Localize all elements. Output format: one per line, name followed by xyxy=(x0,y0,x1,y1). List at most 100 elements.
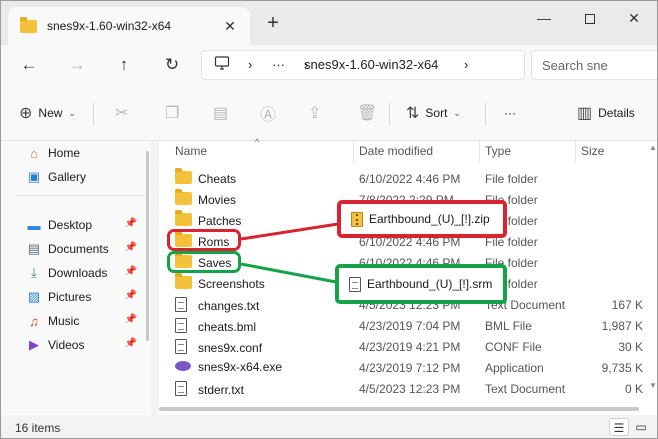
sidebar-item-desktop[interactable]: ▬ Desktop 📌 xyxy=(25,215,141,235)
pin-icon[interactable]: 📌 xyxy=(125,242,137,253)
divider xyxy=(17,195,145,196)
pin-icon[interactable]: 📌 xyxy=(125,218,137,229)
monitor-icon xyxy=(214,55,230,74)
document-icon xyxy=(175,381,187,396)
breadcrumb-current-folder[interactable]: snes9x-1.60-win32-x64 xyxy=(304,57,438,72)
tab-snes9x[interactable]: snes9x-1.60-win32-x64 ✕ xyxy=(8,7,250,45)
file-type: Application xyxy=(485,361,544,375)
minimize-button[interactable]: — xyxy=(521,5,567,31)
breadcrumb-chevron[interactable]: › xyxy=(464,57,468,72)
pin-icon[interactable]: 📌 xyxy=(125,314,137,325)
document-icon xyxy=(349,276,361,292)
refresh-button[interactable]: ↻ xyxy=(160,54,184,76)
home-icon: ⌂ xyxy=(30,145,38,161)
close-window-button[interactable]: ✕ xyxy=(611,5,657,31)
file-row[interactable]: snes9x.conf 4/23/2019 4:21 PM CONF File 30 … xyxy=(159,336,657,357)
sidebar-item-home[interactable]: ⌂ Home xyxy=(25,143,141,163)
details-label: Details xyxy=(598,106,635,120)
column-separator[interactable] xyxy=(353,141,354,163)
chevron-down-icon: ⌄ xyxy=(68,107,76,118)
address-bar[interactable]: › ··· › snes9x-1.60-win32-x64 › xyxy=(201,50,525,80)
file-explorer-window: snes9x-1.60-win32-x64 ✕ + — ✕ ← → ↑ ↻ › … xyxy=(0,0,658,439)
scroll-up-icon[interactable]: ▲ xyxy=(649,143,657,152)
rom-file-callout: Earthbound_(U)_[!].zip xyxy=(338,201,506,237)
details-view-button[interactable]: ☰ xyxy=(609,418,629,436)
pin-icon[interactable]: 📌 xyxy=(125,266,137,277)
file-name-cell: snes9x.conf xyxy=(175,339,262,357)
tiles-view-button[interactable]: ▭ xyxy=(631,418,651,436)
folder-icon xyxy=(20,16,37,33)
pin-icon[interactable]: 📌 xyxy=(125,290,137,301)
file-name: Movies xyxy=(198,193,237,207)
file-row[interactable]: stderr.txt 4/5/2023 12:23 PM Text Document… xyxy=(159,378,657,399)
sidebar-item-videos[interactable]: ▶ Videos 📌 xyxy=(25,335,141,355)
share-icon: ⇪ xyxy=(308,105,322,122)
column-header-type[interactable]: Type xyxy=(485,141,511,163)
search-input[interactable]: Search sne xyxy=(531,50,657,80)
folder-icon xyxy=(175,189,192,205)
folder-icon xyxy=(175,168,192,184)
file-icon-wrap xyxy=(175,297,195,315)
pin-icon[interactable]: 📌 xyxy=(125,338,137,349)
file-type: BML File xyxy=(485,319,532,333)
navigation-pane: ⌂ Home ▣ Gallery ▬ Desktop 📌 ▤ Documents… xyxy=(1,141,151,415)
sort-button[interactable]: ⇅ Sort ⌄ xyxy=(406,102,461,124)
sidebar-item-music[interactable]: ♫ Music 📌 xyxy=(25,311,141,331)
maximize-button[interactable] xyxy=(567,5,613,31)
status-bar: 16 items ☰ ▭ xyxy=(1,415,657,438)
file-date: 6/10/2022 4:46 PM xyxy=(359,235,461,249)
file-row[interactable]: Cheats 6/10/2022 4:46 PM File folder xyxy=(159,168,657,189)
column-separator[interactable] xyxy=(479,141,480,163)
share-button[interactable]: ⇪ xyxy=(308,102,327,124)
documents-icon: ▤ xyxy=(27,241,41,256)
sidebar-item-documents[interactable]: ▤ Documents 📌 xyxy=(25,239,141,259)
breadcrumb-ellipsis[interactable]: ··· xyxy=(272,57,285,72)
close-tab-icon[interactable]: ✕ xyxy=(222,18,238,34)
downloads-icon: ⤓ xyxy=(31,265,37,280)
divider xyxy=(389,103,390,125)
up-button[interactable]: ↑ xyxy=(112,54,136,76)
file-row[interactable]: cheats.bml 4/23/2019 7:04 PM BML File 1,987… xyxy=(159,315,657,336)
back-button[interactable]: ← xyxy=(17,54,41,76)
folder-icon xyxy=(175,273,192,289)
file-type: File folder xyxy=(485,172,538,186)
file-name: stderr.txt xyxy=(198,383,245,397)
column-header-date[interactable]: Date modified xyxy=(359,141,433,163)
sidebar-item-label: Downloads xyxy=(48,266,108,280)
horizontal-scrollbar[interactable] xyxy=(159,407,639,411)
file-name: cheats.bml xyxy=(198,320,257,334)
file-row[interactable]: snes9x-x64.exe 4/23/2019 7:12 PM Applicati… xyxy=(159,357,657,378)
details-pane-icon: ▥ xyxy=(577,105,593,122)
vertical-scrollbar[interactable]: ▲ ▼ xyxy=(649,141,657,415)
sidebar-item-gallery[interactable]: ▣ Gallery xyxy=(25,167,141,187)
new-tab-button[interactable]: + xyxy=(263,13,283,33)
cut-button[interactable]: ✂ xyxy=(115,102,134,124)
command-bar: ⊕ New ⌄ ✂ ❐ ▤ Ⓐ ⇪ 🗑 ⇅ Sort ⌄ ··· ▥ Detai… xyxy=(1,85,657,141)
rename-button[interactable]: Ⓐ xyxy=(260,102,282,124)
sidebar-item-pictures[interactable]: ▨ Pictures 📌 xyxy=(25,287,141,307)
item-count: 16 items xyxy=(15,421,61,435)
delete-button[interactable]: 🗑 xyxy=(357,102,383,124)
paste-button[interactable]: ▤ xyxy=(213,102,234,124)
column-header-size[interactable]: Size xyxy=(581,141,604,163)
sidebar-item-downloads[interactable]: ⤓ Downloads 📌 xyxy=(25,263,141,283)
more-button[interactable]: ··· xyxy=(504,102,516,124)
file-name-cell: snes9x-x64.exe xyxy=(175,360,282,374)
file-name-cell: Patches xyxy=(175,210,241,229)
scroll-down-icon[interactable]: ▼ xyxy=(649,381,657,390)
folder-icon xyxy=(175,210,192,226)
forward-button[interactable]: → xyxy=(65,54,89,76)
zip-file-icon xyxy=(351,211,363,227)
file-date: 6/10/2022 4:46 PM xyxy=(359,172,461,186)
copy-button[interactable]: ❐ xyxy=(165,102,185,124)
column-header-name[interactable]: Name xyxy=(175,141,207,163)
sidebar-scrollbar[interactable] xyxy=(146,151,149,341)
new-label: New xyxy=(38,106,63,120)
column-separator[interactable] xyxy=(575,141,576,163)
new-button[interactable]: ⊕ New ⌄ xyxy=(19,102,76,124)
sidebar-item-label: Music xyxy=(48,314,80,328)
divider xyxy=(485,103,486,125)
sidebar-item-label: Documents xyxy=(48,242,109,256)
details-button[interactable]: ▥ Details xyxy=(577,102,635,124)
file-size: 167 K xyxy=(611,298,643,312)
